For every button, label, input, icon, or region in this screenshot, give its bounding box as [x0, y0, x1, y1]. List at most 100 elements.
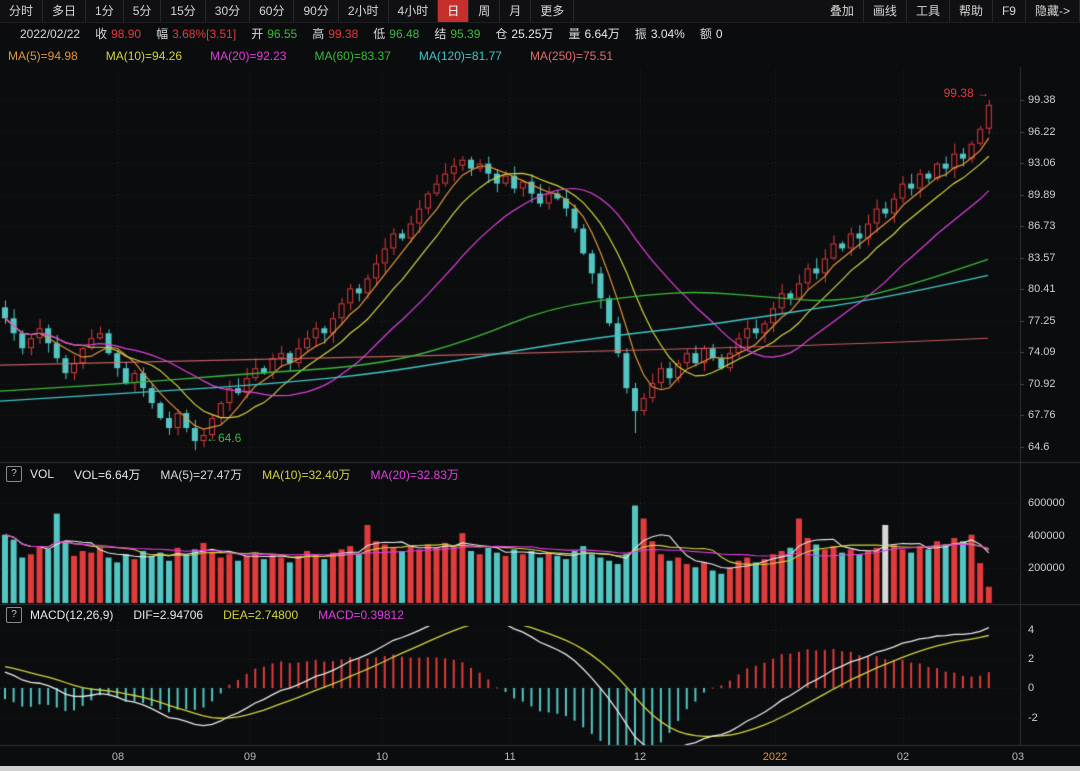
quote-field: 收 98.90 [95, 23, 141, 45]
period-tab[interactable]: 2小时 [339, 0, 389, 22]
volume-axis-label: 400000 [1028, 529, 1065, 542]
price-axis-label: 80.41 [1028, 283, 1056, 296]
period-tab[interactable]: 月 [500, 0, 532, 22]
macd-pane-header: ? MACD(12,26,9) DIF=2.94706 DEA=2.74800 MA… [6, 605, 404, 625]
ma-legend-item: MA(10)=94.26 [105, 49, 183, 63]
quote-field-label: 结 [434, 27, 447, 41]
quote-field: 振 3.04% [635, 23, 685, 45]
volume-header-field: MA(10)=32.40万 [262, 467, 351, 482]
tools-tabs-group: 叠加 画线 工具 帮助 F9 隐藏-> [821, 0, 1080, 22]
help-icon[interactable]: ? [6, 466, 22, 482]
price-axis-label: 99.38 [1028, 94, 1056, 106]
quote-field: 低 96.48 [373, 23, 419, 45]
period-tab[interactable]: 多日 [43, 0, 87, 22]
quote-field-value: 0 [715, 27, 723, 41]
toolbar-spacer [574, 0, 821, 22]
quote-field: 开 96.55 [251, 23, 297, 45]
quote-date: 2022/02/22 [20, 27, 81, 41]
quote-field-value: 6.64万 [584, 27, 620, 41]
trading-app-window: 分时 多日 1分 5分 15分 30分 60分 90分 2小时 4小时日周月更多 叠加 画线 工具 帮助… [0, 0, 1080, 771]
quote-field-value: 96.55 [267, 27, 298, 41]
ma-legend-item: MA(250)=75.51 [529, 49, 613, 63]
quote-field-label: 幅 [156, 27, 169, 41]
quote-field: 结 95.39 [434, 23, 480, 45]
tool-tab[interactable]: 画线 [864, 0, 907, 22]
quote-field-label: 开 [251, 27, 264, 41]
time-axis-label: 09 [243, 751, 257, 763]
period-tab[interactable]: 1分 [86, 0, 124, 22]
macd-axis-label: 4 [1028, 623, 1035, 636]
quote-field: 量 6.64万 [568, 23, 619, 45]
volume-axis-label: 200000 [1028, 562, 1065, 574]
macd-pane-title: MACD(12,26,9) [30, 608, 114, 622]
macd-header-field: MACD=0.39812 [318, 608, 404, 622]
quote-field-value: 95.39 [450, 27, 481, 41]
low-price-annotation: ←64.6 [206, 431, 242, 445]
time-axis-label: 10 [375, 751, 389, 763]
quote-field-label: 振 [634, 27, 647, 41]
quote-field-label: 高 [312, 27, 325, 41]
period-tab[interactable]: 5分 [124, 0, 162, 22]
ma-legend-item: MA(5)=94.98 [8, 49, 78, 63]
ma-legend-item: MA(60)=83.37 [314, 49, 391, 63]
price-axis-label: 64.6 [1028, 440, 1050, 453]
help-icon[interactable]: ? [6, 607, 22, 623]
period-tab[interactable]: 周 [469, 0, 501, 22]
price-axis-label: 96.22 [1028, 125, 1056, 138]
tool-tab[interactable]: F9 [993, 0, 1026, 22]
volume-header-field: VOL=6.64万 [74, 467, 141, 482]
volume-pane-header: ? VOL VOL=6.64万 MA(5)=27.47万 MA(10)=32.40万… [6, 464, 459, 484]
quote-field-value: 3.04% [650, 27, 685, 41]
quote-field-value: 96.48 [389, 27, 420, 41]
ma-legend-item: MA(120)=81.77 [418, 49, 502, 63]
period-tab[interactable]: 90分 [294, 0, 339, 22]
price-axis-label: 74.09 [1028, 346, 1056, 359]
macd-axis-label: 0 [1028, 682, 1035, 694]
volume-pane-title: VOL [30, 467, 55, 481]
quote-field-value: 99.38 [328, 27, 359, 41]
tool-tab[interactable]: 帮助 [950, 0, 993, 22]
price-axis-label: 89.89 [1028, 188, 1056, 201]
time-axis-label: 11 [504, 751, 516, 763]
quote-field-label: 收 [95, 27, 108, 41]
period-tab[interactable]: 60分 [250, 0, 295, 22]
time-axis-label: 12 [633, 751, 647, 763]
quote-field-label: 额 [699, 27, 712, 41]
period-tab[interactable]: 15分 [161, 0, 206, 22]
price-axis-label: 77.25 [1028, 314, 1056, 327]
volume-header-field: MA(5)=27.47万 [160, 467, 243, 482]
high-price-annotation: 99.38 → [943, 86, 989, 100]
time-axis-label: 02 [896, 751, 910, 763]
price-axis-label: 93.06 [1028, 157, 1056, 170]
period-tab[interactable]: 分时 [0, 0, 44, 22]
horizontal-scrollbar[interactable] [0, 766, 1080, 771]
volume-header-field: MA(20)=32.83万 [370, 467, 459, 482]
macd-header-field: DIF=2.94706 [133, 608, 204, 622]
tool-tab[interactable]: 隐藏-> [1026, 0, 1080, 22]
quote-field-label: 量 [568, 27, 581, 41]
period-tab[interactable]: 更多 [531, 0, 575, 22]
period-tab[interactable]: 日 [438, 0, 470, 22]
quote-field-value: 98.90 [111, 27, 142, 41]
chart-canvas[interactable] [0, 0, 1080, 771]
volume-axis-label: 600000 [1028, 497, 1065, 509]
macd-axis-label: 2 [1028, 653, 1035, 665]
quote-field-label: 仓 [495, 27, 508, 41]
ma-legend-item: MA(20)=92.23 [210, 49, 287, 63]
period-tabs-group: 分时 多日 1分 5分 15分 30分 60分 90分 2小时 4小时日周月更多 [0, 0, 575, 22]
period-tab[interactable]: 4小时 [389, 0, 439, 22]
time-axis-label: 08 [111, 751, 125, 763]
quote-field: 幅 3.68%[3.51] [156, 23, 236, 45]
period-tab[interactable]: 30分 [206, 0, 251, 22]
tool-tab[interactable]: 工具 [907, 0, 950, 22]
quote-info-bar: 2022/02/22 收 98.90 幅 3.68%[3.51] 开 96.55 高 99.3… [0, 23, 1080, 45]
time-axis-label: 03 [1011, 751, 1025, 763]
period-toolbar: 分时 多日 1分 5分 15分 30分 60分 90分 2小时 4小时日周月更多 叠加 画线 工具 帮助… [0, 0, 1080, 23]
quote-field-value: 3.68%[3.51] [172, 27, 237, 41]
macd-axis-label: -2 [1028, 711, 1038, 724]
quote-field: 高 99.38 [312, 23, 358, 45]
tool-tab[interactable]: 叠加 [821, 0, 864, 22]
price-axis-label: 67.76 [1028, 409, 1056, 422]
quote-fields: 收 98.90 幅 3.68%[3.51] 开 96.55 高 99.38 低 96.48 结 95.… [95, 23, 722, 45]
price-ma-legend: MA(5)=94.98 MA(10)=94.26 MA(20)=92.23 MA(60… [0, 45, 1080, 67]
